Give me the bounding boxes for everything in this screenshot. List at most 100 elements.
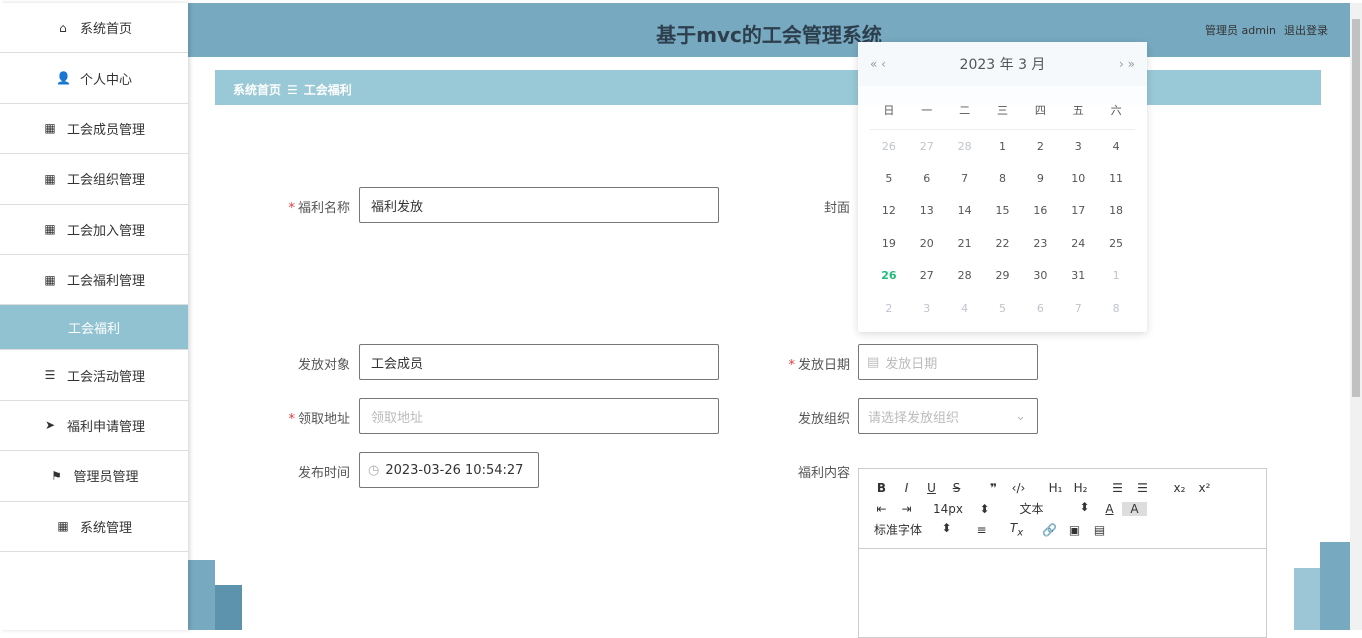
content-label: 福利内容 xyxy=(797,466,850,481)
link-icon[interactable]: 🔗 xyxy=(1037,523,1062,537)
calendar-day[interactable]: 1 xyxy=(984,130,1022,162)
calendar-day[interactable]: 6 xyxy=(908,162,946,194)
calendar-day[interactable]: 25 xyxy=(1097,227,1135,259)
calendar-day[interactable]: 5 xyxy=(984,292,1022,324)
breadcrumb-home[interactable]: 系统首页 xyxy=(233,83,281,97)
calendar-day[interactable]: 14 xyxy=(946,195,984,227)
sidebar-item[interactable]: ▦ 工会加入管理 xyxy=(0,205,188,255)
name-label: * 福利名称 xyxy=(288,201,350,216)
font-color-button[interactable]: A xyxy=(1097,502,1122,516)
italic-button[interactable]: I xyxy=(894,481,919,495)
calendar-day[interactable]: 4 xyxy=(1097,130,1135,162)
sidebar-item-label: 系统管理 xyxy=(79,520,132,536)
calendar-day[interactable]: 10 xyxy=(1059,162,1097,194)
calendar-day[interactable]: 28 xyxy=(946,260,984,292)
calendar-day[interactable]: 7 xyxy=(1059,292,1097,324)
calendar-day[interactable]: 15 xyxy=(984,195,1022,227)
outdent-button[interactable]: ⇤ xyxy=(869,502,894,516)
calendar-day[interactable]: 22 xyxy=(984,227,1022,259)
decoration xyxy=(188,560,215,630)
calendar-day[interactable]: 13 xyxy=(908,195,946,227)
indent-button[interactable]: ⇥ xyxy=(894,502,919,516)
publish-label: 发布时间 xyxy=(297,466,350,481)
calendar-day[interactable]: 27 xyxy=(908,260,946,292)
font-size-select[interactable]: 14px ⬍ xyxy=(919,502,997,516)
ordered-list-button[interactable]: ☰ xyxy=(1105,481,1130,495)
background-color-button[interactable]: A xyxy=(1122,501,1147,516)
underline-button[interactable]: U xyxy=(919,481,944,495)
sidebar-item[interactable]: ➤ 福利申请管理 xyxy=(0,401,188,452)
calendar-day[interactable]: 7 xyxy=(946,162,984,194)
sidebar-item[interactable]: ⌂ 系统首页 xyxy=(0,3,188,54)
bold-button[interactable]: B xyxy=(869,481,894,495)
calendar-day[interactable]: 26 xyxy=(870,130,908,162)
calendar-day[interactable]: 29 xyxy=(984,260,1022,292)
sidebar-item[interactable]: 👤 个人中心 xyxy=(0,53,188,104)
scrollbar[interactable] xyxy=(1350,3,1362,630)
target-input[interactable]: 工会成员 xyxy=(359,344,719,380)
publish-input[interactable]: ◷ 2023-03-26 10:54:27 xyxy=(359,452,539,488)
org-label: 发放组织 xyxy=(797,412,850,427)
calendar-day[interactable]: 27 xyxy=(908,130,946,162)
calendar-day[interactable]: 8 xyxy=(1097,292,1135,324)
sidebar-item-label: 工会成员管理 xyxy=(66,122,145,138)
date-input[interactable]: ▤ 发放日期 xyxy=(858,344,1038,380)
calendar-day[interactable]: 21 xyxy=(946,227,984,259)
calendar-day[interactable]: 4 xyxy=(946,292,984,324)
sidebar-item-label: 工会加入管理 xyxy=(66,223,145,239)
calendar-day[interactable]: 18 xyxy=(1097,195,1135,227)
bullet-list-button[interactable]: ☰ xyxy=(1130,481,1155,495)
calendar-day[interactable]: 2 xyxy=(1021,130,1059,162)
font-family-select[interactable]: 标准字体 ⬍ xyxy=(869,521,959,538)
calendar-day[interactable]: 24 xyxy=(1059,227,1097,259)
block-select[interactable]: 文本 ⬍ xyxy=(997,500,1097,517)
next-month-button[interactable]: › » xyxy=(1119,57,1135,71)
sidebar-item[interactable]: 工会福利 xyxy=(0,305,188,351)
rich-text-editor[interactable]: B I U S ❞ ‹/› H₁ H₂ ☰ ☰ x₂ x² ⇤ ⇥ 14px ⬍ 文本 ⬍ AA 标准字体 ⬍… xyxy=(858,468,1267,638)
calendar-day[interactable]: 16 xyxy=(1021,195,1059,227)
scrollbar-thumb[interactable] xyxy=(1352,19,1360,397)
calendar-day[interactable]: 3 xyxy=(1059,130,1097,162)
org-select[interactable]: 请选择发放组织 ⌄ xyxy=(858,398,1038,434)
sidebar-item[interactable]: ▦ 工会成员管理 xyxy=(0,104,188,155)
calendar-day[interactable]: 8 xyxy=(984,162,1022,194)
calendar-day[interactable]: 19 xyxy=(870,227,908,259)
clear-format-button[interactable]: Tx xyxy=(1004,521,1029,538)
prev-month-button[interactable]: « ‹ xyxy=(870,57,886,71)
name-input[interactable]: 福利发放 xyxy=(359,187,719,223)
image-icon[interactable]: ▣ xyxy=(1062,523,1087,537)
address-input[interactable]: 领取地址 xyxy=(359,398,719,434)
calendar-day[interactable]: 5 xyxy=(870,162,908,194)
calendar-day[interactable]: 17 xyxy=(1059,195,1097,227)
calendar-day[interactable]: 23 xyxy=(1021,227,1059,259)
calendar-day[interactable]: 11 xyxy=(1097,162,1135,194)
logout-link[interactable]: 退出登录 xyxy=(1284,24,1328,37)
superscript-button[interactable]: x² xyxy=(1192,481,1217,495)
calendar-day[interactable]: 31 xyxy=(1059,260,1097,292)
h2-button[interactable]: H₂ xyxy=(1068,481,1093,495)
code-button[interactable]: ‹/› xyxy=(1006,481,1031,495)
calendar-day[interactable]: 12 xyxy=(870,195,908,227)
align-button[interactable]: ≡ xyxy=(969,523,994,537)
calendar-day[interactable]: 2 xyxy=(870,292,908,324)
strike-button[interactable]: S xyxy=(944,481,969,495)
quote-button[interactable]: ❞ xyxy=(981,481,1006,495)
calendar-day[interactable]: 9 xyxy=(1021,162,1059,194)
sidebar-item[interactable]: ☰ 工会活动管理 xyxy=(0,350,188,401)
subscript-button[interactable]: x₂ xyxy=(1167,481,1192,495)
calendar-day-today[interactable]: 26 xyxy=(870,260,908,292)
sidebar-item[interactable]: ⚑ 管理员管理 xyxy=(0,451,188,502)
h1-button[interactable]: H₁ xyxy=(1043,481,1068,495)
sidebar-item-label: 管理员管理 xyxy=(73,470,139,486)
grid-icon: ▦ xyxy=(44,121,56,136)
sidebar-item[interactable]: ▦ 系统管理 xyxy=(0,502,188,552)
calendar-day[interactable]: 20 xyxy=(908,227,946,259)
calendar-day[interactable]: 1 xyxy=(1097,260,1135,292)
calendar-day[interactable]: 30 xyxy=(1021,260,1059,292)
video-icon[interactable]: ▤ xyxy=(1087,523,1112,537)
calendar-day[interactable]: 28 xyxy=(946,130,984,162)
calendar-day[interactable]: 6 xyxy=(1021,292,1059,324)
calendar-day[interactable]: 3 xyxy=(908,292,946,324)
sidebar-item[interactable]: ▦ 工会组织管理 xyxy=(0,154,188,205)
sidebar-item[interactable]: ▦ 工会福利管理 xyxy=(0,255,188,306)
